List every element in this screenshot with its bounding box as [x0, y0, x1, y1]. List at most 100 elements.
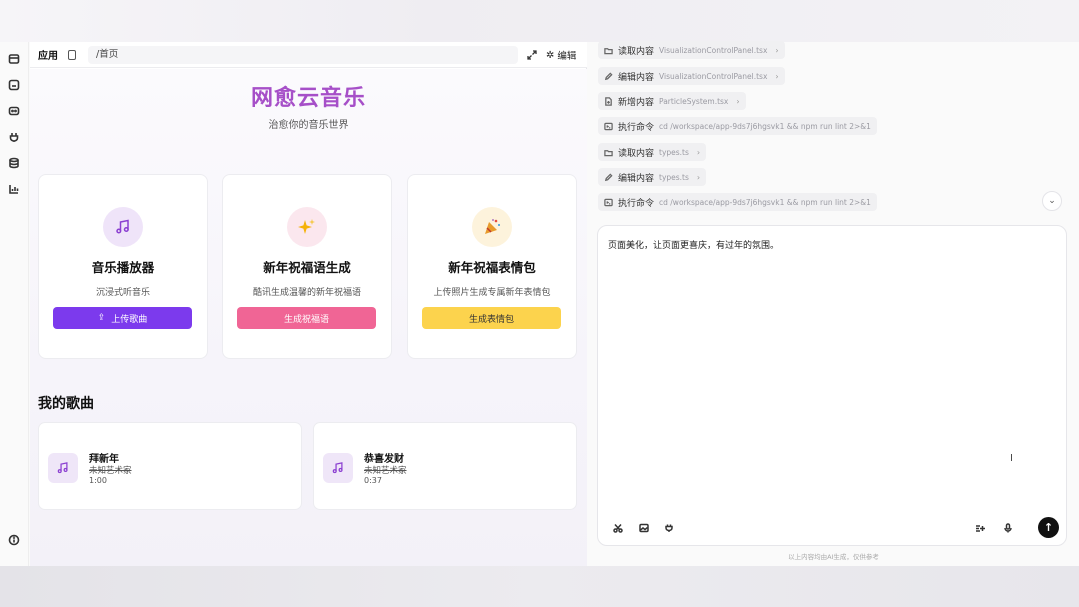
chevron-right-icon: ›: [775, 71, 779, 81]
desktop-bottom-band: [0, 566, 1079, 607]
upload-song-button[interactable]: ⇪ 上传歌曲: [53, 307, 192, 329]
edit-button[interactable]: ✲ 编辑: [546, 48, 577, 63]
log-meta: cd /workspace/app-9ds7j6hgsvk1 && npm ru…: [659, 197, 871, 207]
generate-sticker-label: 生成表情包: [468, 314, 514, 325]
send-button[interactable]: ↑: [1038, 517, 1059, 538]
file-plus-icon: [605, 96, 612, 106]
text-cursor-icon: I: [1010, 453, 1013, 464]
feature-card-sticker: 新年祝福表情包 上传照片生成专属新年表情包 生成表情包: [407, 174, 577, 359]
pencil-icon: [604, 71, 613, 80]
log-action: 编辑内容: [618, 72, 655, 83]
terminal-icon: [604, 122, 613, 130]
chevron-right-icon: ›: [696, 147, 701, 157]
feature-desc: 上传照片生成专属新年表情包: [433, 288, 551, 298]
log-action: 编辑内容: [618, 173, 655, 184]
bot-icon[interactable]: [8, 105, 20, 117]
song-card[interactable]: 恭喜发财 未知艺术家 0:37: [313, 422, 577, 510]
log-item[interactable]: 新增内容 ParticleSystem.tsx ›: [598, 92, 746, 110]
log-action: 新增内容: [618, 97, 655, 108]
left-rail: [0, 42, 29, 566]
log-meta: cd /workspace/app-9ds7j6hgsvk1 && npm ru…: [659, 121, 871, 131]
log-meta: types.ts: [659, 147, 689, 157]
generate-greeting-label: 生成祝福语: [283, 314, 329, 325]
feature-desc: 沉浸式听音乐: [95, 288, 150, 298]
mobile-view-icon[interactable]: [68, 49, 76, 60]
song-duration: 0:37: [364, 476, 382, 485]
log-item[interactable]: 编辑内容 types.ts ›: [598, 168, 707, 186]
chevron-right-icon: ›: [736, 96, 740, 106]
feature-card-greeting: 新年祝福语生成 酷讯生成温馨的新年祝福语 生成祝福语: [222, 174, 392, 359]
log-item[interactable]: 读取内容 VisualizationControlPanel.tsx ›: [598, 41, 785, 59]
chart-icon[interactable]: [8, 183, 20, 195]
log-meta: ParticleSystem.tsx: [659, 96, 729, 106]
tab-app[interactable]: 应用: [38, 47, 58, 62]
chevron-right-icon: ›: [696, 172, 701, 182]
log-action: 执行命令: [618, 198, 655, 209]
chat-input-box[interactable]: 页面美化，让页面更喜庆，有过年的氛围。 I ↑: [597, 225, 1067, 546]
terminal-icon: [604, 198, 613, 206]
chat-panel: 读取内容 VisualizationControlPanel.tsx › 编辑内…: [588, 41, 1079, 566]
brand-title: 网愈云音乐: [250, 86, 366, 111]
database-icon[interactable]: [8, 157, 20, 169]
arrow-up-icon: ↑: [1043, 521, 1054, 534]
preview-page: 网愈云音乐 治愈你的音乐世界 音乐播放器 沉浸式听音乐 ⇪ 上传歌曲 新年祝福语…: [30, 69, 587, 566]
feature-title: 新年祝福表情包: [448, 260, 536, 275]
plugin-icon[interactable]: [660, 519, 678, 537]
log-meta: VisualizationControlPanel.tsx: [659, 71, 768, 81]
desktop-top-band: [0, 0, 1079, 42]
magic-wand-icon: ✲: [546, 49, 555, 61]
log-item[interactable]: 执行命令 cd /workspace/app-9ds7j6hgsvk1 && n…: [598, 193, 877, 211]
app-window: 应用 /首页 ✲ 编辑 网愈云音乐 治愈你的音乐世界 音乐播放器 沉浸式听音乐 …: [0, 41, 1079, 566]
song-name: 恭喜发财: [364, 454, 404, 465]
sparkles-icon: [287, 207, 327, 247]
folder-icon: [604, 47, 613, 54]
log-item[interactable]: 编辑内容 VisualizationControlPanel.tsx ›: [598, 67, 785, 85]
enhance-prompt-icon[interactable]: [971, 519, 989, 537]
song-name: 拜新年: [89, 454, 119, 465]
music-note-icon: [323, 453, 353, 483]
log-meta: types.ts: [659, 172, 689, 182]
party-popper-icon: [472, 207, 512, 247]
section-title-my-songs: 我的歌曲: [38, 396, 94, 412]
log-action: 读取内容: [618, 46, 655, 57]
feature-title: 音乐播放器: [91, 260, 155, 275]
edit-label: 编辑: [557, 51, 577, 62]
music-note-icon: [103, 207, 143, 247]
url-bar[interactable]: /首页: [88, 45, 518, 64]
generate-sticker-button[interactable]: 生成表情包: [422, 307, 561, 329]
log-action: 读取内容: [618, 148, 655, 159]
preview-toolbar: 应用 /首页 ✲ 编辑: [30, 42, 587, 68]
generate-greeting-button[interactable]: 生成祝福语: [237, 307, 376, 329]
folder-icon: [604, 149, 613, 156]
song-card[interactable]: 拜新年 未知艺术家 1:00: [38, 422, 302, 510]
log-action: 执行命令: [618, 122, 655, 133]
feature-card-music-player: 音乐播放器 沉浸式听音乐 ⇪ 上传歌曲: [38, 174, 208, 359]
preview-panel: 应用 /首页 ✲ 编辑 网愈云音乐 治愈你的音乐世界 音乐播放器 沉浸式听音乐 …: [30, 42, 587, 566]
feature-desc: 酷讯生成温馨的新年祝福语: [252, 288, 361, 298]
scroll-down-button[interactable]: ⌄: [1042, 191, 1062, 211]
pencil-icon: [604, 172, 613, 181]
song-artist: 未知艺术家: [89, 466, 132, 476]
scissors-icon[interactable]: [609, 519, 627, 537]
music-note-icon: [48, 453, 78, 483]
brand-tagline: 治愈你的音乐世界: [268, 120, 349, 131]
song-artist: 未知艺术家: [364, 466, 407, 476]
chevron-down-icon: ⌄: [1048, 196, 1056, 206]
save-icon[interactable]: [8, 79, 20, 91]
song-duration: 1:00: [89, 476, 107, 485]
chevron-right-icon: ›: [775, 45, 779, 55]
expand-icon[interactable]: [527, 50, 537, 60]
upload-song-label: 上传歌曲: [111, 314, 148, 325]
microphone-icon[interactable]: [999, 519, 1017, 537]
log-item[interactable]: 读取内容 types.ts ›: [598, 143, 707, 161]
info-icon[interactable]: [8, 534, 20, 546]
log-item[interactable]: 执行命令 cd /workspace/app-9ds7j6hgsvk1 && n…: [598, 117, 877, 135]
upload-icon: ⇪: [97, 313, 106, 323]
log-meta: VisualizationControlPanel.tsx: [659, 45, 768, 55]
image-icon[interactable]: [635, 519, 653, 537]
plug-icon[interactable]: [8, 131, 20, 143]
layers-icon[interactable]: [8, 53, 20, 65]
ai-disclaimer: 以上内容均由AI生成，仅供参考: [788, 553, 879, 561]
chat-input-text[interactable]: 页面美化，让页面更喜庆，有过年的氛围。: [608, 238, 779, 251]
feature-title: 新年祝福语生成: [263, 260, 351, 275]
